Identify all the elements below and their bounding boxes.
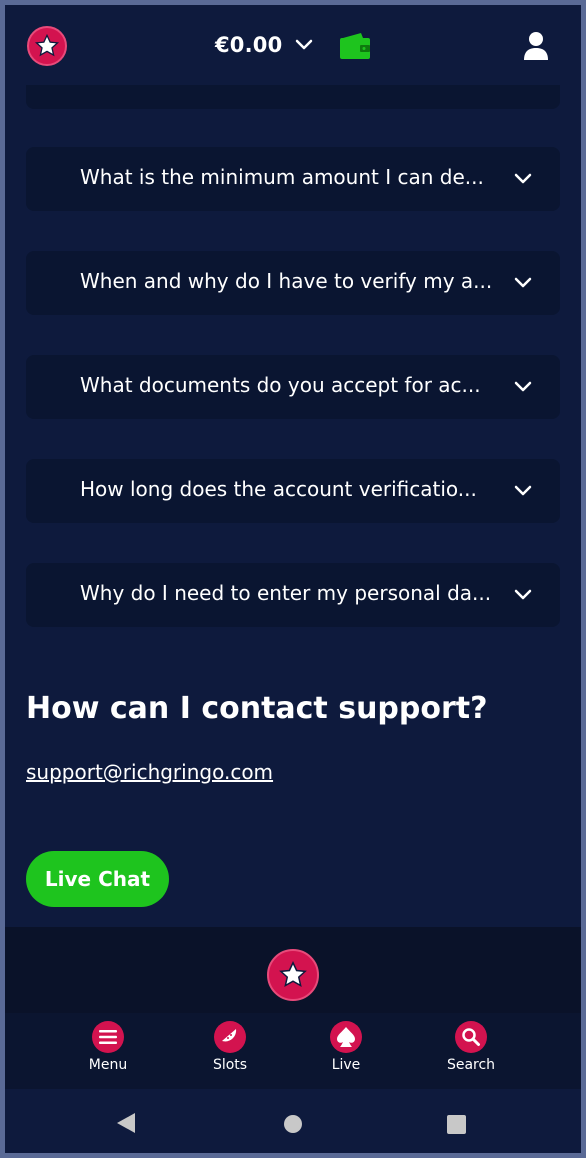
search-icon: [455, 1021, 487, 1053]
wallet-icon[interactable]: [339, 32, 371, 64]
chevron-down-icon[interactable]: [295, 37, 313, 56]
chevron-down-icon: [514, 587, 532, 606]
faq-item-partial: [26, 85, 560, 109]
menu-icon: [92, 1021, 124, 1053]
live-chat-button[interactable]: Live Chat: [26, 851, 169, 907]
nav-label: Search: [446, 1057, 496, 1073]
faq-question: How long does the account verificatio...: [80, 477, 477, 501]
nav-item-menu[interactable]: Menu: [63, 1021, 153, 1085]
home-circle-icon[interactable]: [284, 1115, 302, 1133]
faq-question: Why do I need to enter my personal da...: [80, 581, 492, 605]
spade-icon: [330, 1021, 362, 1053]
chevron-down-icon: [514, 379, 532, 398]
star-logo-icon[interactable]: [27, 26, 67, 66]
nav-item-slots[interactable]: Slots: [185, 1021, 275, 1085]
star-logo-icon[interactable]: [267, 949, 319, 1001]
nav-item-live[interactable]: Live: [301, 1021, 391, 1085]
nav-label: Live: [331, 1057, 361, 1073]
faq-item[interactable]: When and why do I have to verify my a...: [26, 251, 560, 315]
app-frame: €0.00 What is the minimum amount I can d…: [5, 5, 581, 1153]
faq-item[interactable]: Why do I need to enter my personal da...: [26, 563, 560, 627]
footer: [5, 927, 581, 1013]
faq-item[interactable]: What documents do you accept for ac...: [26, 355, 560, 419]
nav-label: Slots: [212, 1057, 248, 1073]
chevron-down-icon: [514, 483, 532, 502]
nav-item-search[interactable]: Search: [426, 1021, 516, 1085]
support-heading: How can I contact support?: [26, 691, 488, 726]
recents-square-icon[interactable]: [447, 1115, 466, 1134]
chevron-down-icon: [514, 171, 532, 190]
faq-question: When and why do I have to verify my a...: [80, 269, 493, 293]
back-triangle-icon[interactable]: [115, 1111, 137, 1139]
bottom-nav: Menu Slots Live Search: [5, 1013, 581, 1089]
watermelon-icon: [214, 1021, 246, 1053]
chevron-down-icon: [514, 275, 532, 294]
faq-item[interactable]: How long does the account verificatio...: [26, 459, 560, 523]
nav-label: Menu: [88, 1057, 128, 1073]
support-email-link[interactable]: support@richgringo.com: [26, 760, 273, 784]
faq-question: What is the minimum amount I can de...: [80, 165, 484, 189]
faq-item[interactable]: What is the minimum amount I can de...: [26, 147, 560, 211]
faq-question: What documents do you accept for ac...: [80, 373, 481, 397]
balance-display[interactable]: €0.00: [215, 33, 282, 57]
system-nav-bar: [5, 1089, 581, 1153]
top-header: €0.00: [5, 5, 581, 89]
user-icon[interactable]: [523, 31, 549, 65]
